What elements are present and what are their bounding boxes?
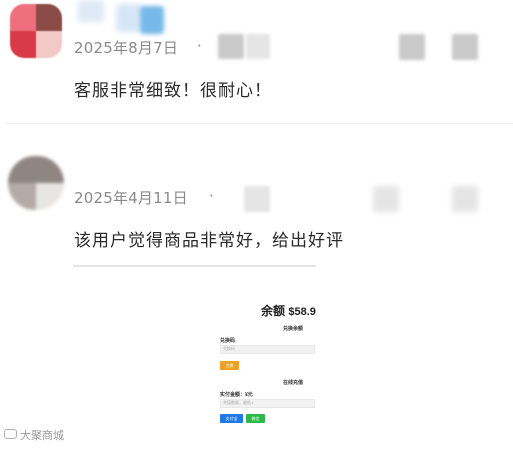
redacted-meta-block [399,34,425,60]
watermark-icon [4,429,17,439]
redacted-meta-block [452,186,478,212]
redeem-button[interactable]: 兑换 [220,361,239,370]
redacted-meta-block [452,34,478,60]
meta-separator: · [197,37,202,55]
reviewer-avatar [10,4,62,58]
reviewer-avatar [8,156,64,210]
redacted-meta-block [218,34,244,59]
wechat-pay-button[interactable]: 微信 [246,414,265,423]
redacted-username-block [116,4,142,32]
watermark-text: 大聚商城 [20,429,64,442]
balance-label: 余额 [261,304,286,318]
redacted-meta-block [373,186,399,212]
redeem-code-input[interactable]: 兑换码 [220,345,315,354]
payment-amount-label: 实付金额：¥元 [220,392,253,398]
redacted-username-block [78,0,104,22]
redacted-username-block [140,6,164,34]
redeem-section-title: 兑换余额 [283,326,304,332]
meta-separator: · [209,187,214,205]
redacted-meta-block [244,186,270,212]
review-image[interactable]: 余额 $58.9 兑换余额 兑换码 兑换码 兑换 在线充值 实付金额：¥元 充值… [205,290,317,440]
review-date: 2025年8月7日 [74,39,179,57]
review-comment: 客服非常细致！很耐心！ [74,81,272,101]
recharge-section-title: 在线充值 [283,380,304,386]
recharge-amount-input[interactable]: 充值数量，最低1 [220,399,315,408]
balance-title: 余额 $58.9 [261,302,316,319]
review-date: 2025年4月11日 [74,189,188,207]
review-divider [5,123,513,124]
redeem-code-label: 兑换码 [220,338,236,344]
alipay-button[interactable]: 支付宝 [220,414,243,423]
redacted-meta-block [246,34,270,59]
content-separator [73,265,316,267]
balance-amount: $58.9 [288,306,316,318]
review-comment: 该用户觉得商品非常好，给出好评 [74,231,344,251]
